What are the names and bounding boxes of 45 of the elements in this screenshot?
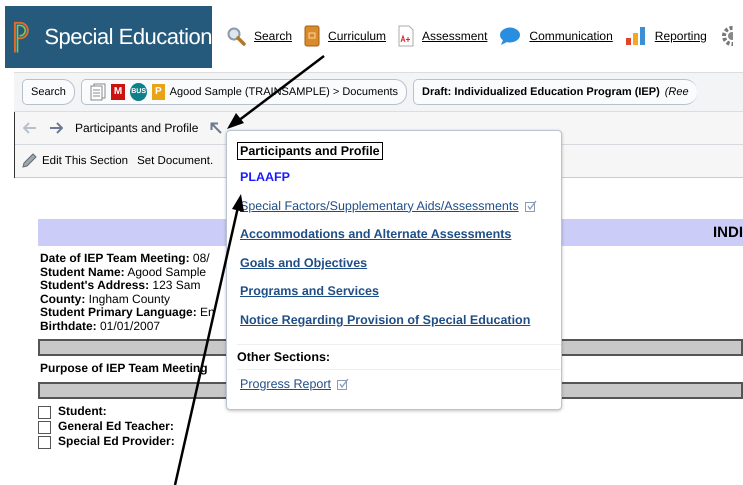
nav-link[interactable]: Assessment bbox=[398, 25, 488, 47]
participant-label: Special Ed Provider: bbox=[58, 435, 175, 449]
current-section-label: Participants and Profile bbox=[237, 142, 383, 160]
nav-link[interactable]: Communication bbox=[499, 26, 613, 46]
breadcrumb[interactable]: Draft: Individualized Education Program (IEP) (Ree bbox=[413, 79, 697, 105]
breadcrumb-note: (Ree bbox=[664, 86, 689, 98]
menu-link[interactable]: Notice Regarding Provision of Special Education bbox=[240, 312, 530, 327]
breadcrumb-label: Draft: Individualized Education Program (IEP) bbox=[422, 86, 660, 98]
student-info-line: Birthdate: 01/01/2007 bbox=[39, 320, 160, 333]
toolbar-button[interactable]: Set Document. bbox=[137, 155, 214, 167]
menu-link[interactable]: PLAAFP bbox=[240, 170, 290, 184]
menu-link[interactable]: Goals and Objectives bbox=[240, 256, 368, 270]
book-icon bbox=[304, 25, 320, 47]
menu-link[interactable]: Progress Report bbox=[240, 377, 332, 392]
student-info-line: Student Name: Agood Sample bbox=[39, 266, 206, 279]
section-title[interactable]: Participants and Profile bbox=[75, 121, 198, 135]
document-list-icon bbox=[90, 83, 106, 101]
forward-arrow-icon[interactable] bbox=[49, 122, 63, 134]
checkbox[interactable] bbox=[38, 436, 51, 448]
other-sections-heading: Other Sections: bbox=[237, 344, 561, 370]
search-icon bbox=[226, 26, 246, 46]
document-heading: INDI bbox=[713, 226, 743, 240]
student-info-line: Date of IEP Team Meeting: 08/ bbox=[39, 252, 210, 266]
menu-link[interactable]: Accommodations and Alternate Assessments bbox=[240, 227, 512, 242]
arrow-up-left-icon[interactable] bbox=[210, 122, 222, 134]
checkbox[interactable] bbox=[38, 406, 51, 418]
nav-link[interactable]: Reporting bbox=[624, 26, 707, 46]
checkbox[interactable] bbox=[38, 420, 51, 434]
nav-link[interactable]: Curriculum bbox=[304, 25, 386, 47]
gear-icon[interactable] bbox=[720, 25, 733, 47]
nav-link[interactable]: Search bbox=[226, 26, 292, 46]
student-info-line: County: Ingham County bbox=[39, 292, 170, 306]
student-info-line: Student's Address: 123 Sam bbox=[39, 279, 200, 292]
menu-link[interactable]: Programs and Services bbox=[240, 284, 379, 298]
participant-label: General Ed Teacher: bbox=[58, 420, 174, 434]
app-title: Special Education bbox=[44, 24, 212, 50]
participant-label: Student: bbox=[58, 405, 107, 419]
bar-chart-icon bbox=[624, 26, 647, 46]
toolbar-button[interactable]: Edit This Section bbox=[21, 153, 128, 169]
breadcrumb[interactable]: Search bbox=[22, 79, 75, 105]
status-badge: M bbox=[110, 84, 126, 100]
status-badge: P bbox=[152, 84, 165, 100]
chat-bubble-icon bbox=[499, 26, 522, 46]
pencil-icon bbox=[21, 153, 37, 169]
document-grade-icon bbox=[398, 25, 414, 47]
